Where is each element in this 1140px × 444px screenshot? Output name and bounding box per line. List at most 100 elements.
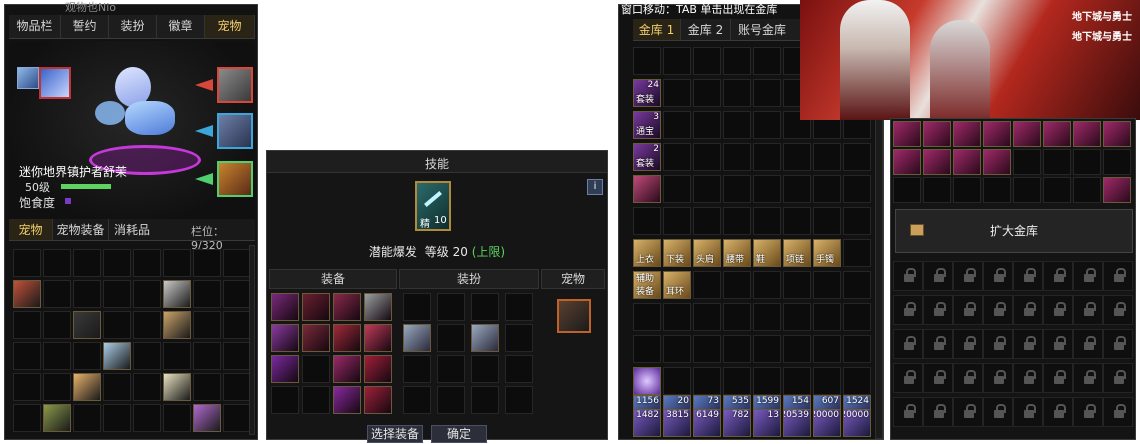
avatar-slot[interactable] [471,293,499,321]
storage-slot[interactable] [663,367,691,395]
storage-slot[interactable] [843,143,871,171]
storage-item[interactable] [953,121,981,147]
inventory-slot[interactable] [103,373,131,401]
storage-slot[interactable] [693,303,721,331]
tab-account-storage[interactable]: 账号金库 [731,19,793,40]
inventory-slot[interactable] [103,311,131,339]
inventory-slot[interactable] [13,373,41,401]
avatar-slot[interactable] [471,386,499,414]
inventory-slot[interactable] [13,342,41,370]
equip-item[interactable] [302,293,330,321]
storage-slot[interactable] [633,207,661,235]
storage-slot[interactable] [893,177,921,203]
storage-slot[interactable] [693,143,721,171]
pet-item[interactable] [13,280,41,308]
avatar-slot[interactable] [403,355,431,383]
storage-slot[interactable] [723,271,751,299]
storage-slot[interactable] [1013,149,1041,175]
scroll-item[interactable]: 下装 [663,239,691,267]
storage-slot[interactable] [813,303,841,331]
storage-slot[interactable] [723,175,751,203]
orb-item[interactable] [633,367,661,395]
storage-item[interactable] [1103,121,1131,147]
storage-item[interactable] [983,149,1011,175]
storage-slot[interactable] [843,239,871,267]
select-equipment-button[interactable]: 选择装备 [367,425,423,443]
avatar-slot[interactable] [505,355,533,383]
storage-slot[interactable] [753,303,781,331]
tab-oath[interactable]: 誓约 [61,15,109,38]
storage-slot[interactable] [723,367,751,395]
storage-slot[interactable] [723,111,751,139]
storage-slot[interactable] [753,111,781,139]
inventory-slot[interactable] [133,404,161,432]
inventory-slot[interactable] [13,311,41,339]
pet-item[interactable] [73,311,101,339]
inventory-slot[interactable] [223,373,251,401]
storage-item[interactable] [1073,121,1101,147]
stack-item[interactable]: 2 套装 [633,143,661,171]
pet-slot[interactable] [557,299,591,333]
scroll-item[interactable]: 头肩 [693,239,721,267]
storage-slot[interactable] [783,207,811,235]
pet-item[interactable] [193,404,221,432]
scroll-item[interactable]: 辅助装备 [633,271,661,299]
storage-slot[interactable] [693,47,721,75]
storage-slot[interactable] [663,175,691,203]
inventory-slot[interactable] [223,404,251,432]
storage-slot[interactable] [693,271,721,299]
storage-slot[interactable] [813,335,841,363]
pet-portrait-icon[interactable] [17,67,39,89]
tab-storage-2[interactable]: 金库 2 [681,19,731,40]
inventory-slot[interactable] [223,280,251,308]
storage-slot[interactable] [843,207,871,235]
storage-slot[interactable] [693,207,721,235]
storage-item[interactable] [1013,121,1041,147]
storage-slot[interactable] [723,303,751,331]
storage-slot[interactable] [1073,177,1101,203]
storage-item[interactable] [923,121,951,147]
consumable-item[interactable]: 20539 [783,409,811,437]
consumable-item[interactable]: 20000 [813,409,841,437]
subtab-pet[interactable]: 宠物 [9,219,53,240]
storage-slot[interactable] [843,271,871,299]
inventory-slot[interactable] [103,280,131,308]
storage-slot[interactable] [753,271,781,299]
equip-item[interactable] [364,386,392,414]
stack-item[interactable]: 24 套装 [633,79,661,107]
pet-avatar-icon[interactable] [39,67,71,99]
equip-item[interactable] [364,355,392,383]
equip-item[interactable] [333,386,361,414]
avatar-slot[interactable] [471,355,499,383]
equip-item[interactable] [364,324,392,352]
equip-item[interactable] [302,324,330,352]
storage-slot[interactable] [843,335,871,363]
storage-item[interactable] [1103,177,1131,203]
storage-slot[interactable] [1043,149,1071,175]
storage-slot[interactable] [663,47,691,75]
scroll-item[interactable]: 鞋 [753,239,781,267]
storage-slot[interactable] [783,303,811,331]
storage-item[interactable] [893,121,921,147]
storage-slot[interactable] [923,177,951,203]
scroll-item[interactable]: 上衣 [633,239,661,267]
storage-slot[interactable] [783,367,811,395]
storage-slot[interactable] [693,79,721,107]
pet-item[interactable] [163,373,191,401]
equip-item[interactable] [271,324,299,352]
subtab-pet-equipment[interactable]: 宠物装备 [53,219,109,240]
scroll-item[interactable]: 项链 [783,239,811,267]
subtab-consumables[interactable]: 消耗品 [109,219,155,240]
scroll-item[interactable]: 腰带 [723,239,751,267]
pet-skill-slot-red[interactable] [217,67,253,103]
avatar-slot[interactable] [437,324,465,352]
storage-slot[interactable] [843,175,871,203]
avatar-slot[interactable] [505,324,533,352]
storage-item[interactable] [633,175,661,203]
scroll-item[interactable]: 耳环 [663,271,691,299]
equip-item[interactable] [333,355,361,383]
storage-slot[interactable] [663,111,691,139]
storage-slot[interactable] [663,79,691,107]
consumable-item[interactable]: 782 [723,409,751,437]
storage-slot[interactable] [693,111,721,139]
